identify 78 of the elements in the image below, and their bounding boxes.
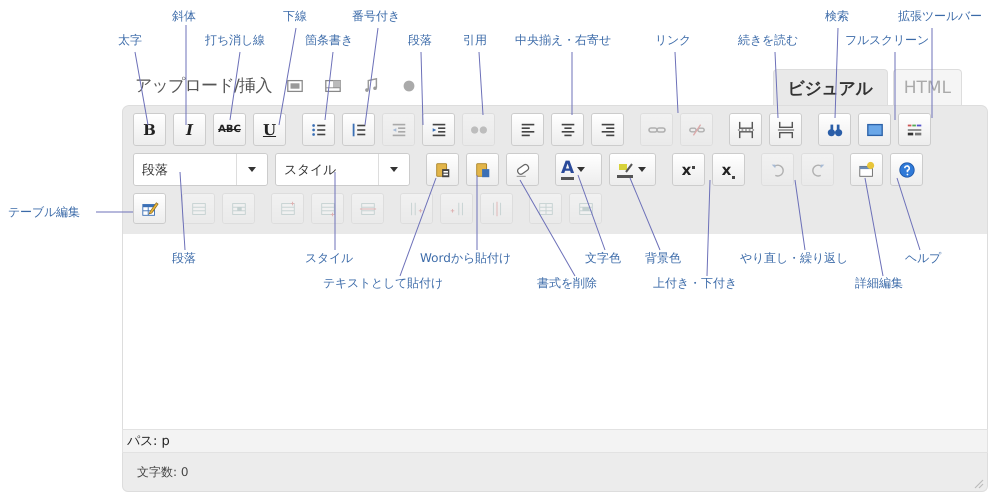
paste-text-icon (434, 160, 452, 178)
callout-label: テキストとして貼付け (323, 276, 443, 290)
advanced-edit-button[interactable] (850, 153, 883, 186)
indent-button[interactable] (422, 113, 455, 146)
eraser-button[interactable] (506, 153, 539, 186)
help-button[interactable] (890, 153, 923, 186)
callout-label: 続きを読む (738, 33, 798, 47)
word-count: 文字数: 0 (136, 464, 188, 480)
paste-word-button[interactable] (466, 153, 499, 186)
callout-label: 打ち消し線 (205, 33, 265, 47)
dropdown[interactable]: スタイル (275, 153, 410, 186)
leader-line (324, 52, 334, 120)
more-break-icon (736, 120, 754, 138)
table-edit-icon (140, 200, 158, 218)
callout-label: ヘルプ (905, 251, 941, 265)
link-icon (648, 126, 666, 132)
numbered-list-button[interactable] (342, 113, 375, 146)
kitchen-sink-button[interactable] (898, 113, 931, 146)
callout-label: 文字色 (585, 251, 621, 265)
callout-label: フルスクリーン (845, 33, 929, 47)
row-insert-icon (278, 200, 296, 218)
search-button[interactable] (818, 113, 851, 146)
callout-label: 斜体 (172, 9, 196, 23)
callout-label: テーブル編集 (8, 205, 80, 219)
callout-label: Wordから貼付け (420, 251, 511, 265)
callout-label: 段落 (408, 33, 432, 47)
page-break-button[interactable] (769, 113, 802, 146)
callout-label: 下線 (283, 9, 307, 23)
callout-label: 背景色 (645, 251, 681, 265)
align-right-button[interactable] (591, 113, 624, 146)
paste-text-button[interactable] (426, 153, 459, 186)
callout-label: 太字 (118, 33, 142, 47)
align-center-button[interactable] (551, 113, 584, 146)
callout-label: 番号付き (352, 9, 400, 23)
path-label: パス: p (126, 433, 170, 450)
quote-icon (470, 126, 486, 134)
strikethrough-button[interactable]: ABC (213, 113, 246, 146)
leader-line (478, 52, 484, 116)
leader-line (674, 52, 678, 114)
leader-line (774, 52, 778, 118)
help-icon (898, 160, 916, 178)
callout-label: 拡張ツールバー (898, 9, 982, 23)
more-break-button[interactable] (729, 113, 762, 146)
advanced-edit-icon (858, 160, 876, 178)
caret-icon (390, 167, 398, 172)
callout-label: 段落 (172, 251, 196, 265)
callout-label: 上付き・下付き (653, 276, 737, 290)
caret-icon (638, 167, 646, 172)
callout-label: 箇条書き (305, 33, 353, 47)
callout-label: リンク (655, 33, 691, 47)
superscript-button[interactable]: x (672, 153, 705, 186)
text-color-button[interactable]: A (555, 153, 602, 186)
callout-label: やり直し・繰り返し (740, 251, 848, 265)
highlighter-button[interactable] (609, 153, 656, 186)
resize-grip-icon[interactable] (972, 477, 984, 489)
fullscreen-button[interactable] (858, 113, 891, 146)
bold-button[interactable]: B (133, 113, 166, 146)
callout-label: 引用 (463, 33, 487, 47)
caret-icon (577, 167, 586, 172)
numbered-list-icon (350, 120, 368, 138)
dropdown[interactable]: 段落 (133, 153, 268, 186)
subscript-button[interactable]: x (712, 153, 745, 186)
callout-label: 書式を削除 (537, 276, 597, 290)
callout-label: 中央揃え・右寄せ (515, 33, 611, 47)
callout-label: スタイル (305, 251, 353, 265)
leader-line (794, 180, 806, 250)
callout-label: 詳細編集 (855, 276, 903, 290)
italic-button[interactable]: I (173, 113, 206, 146)
underline-button[interactable]: U (253, 113, 286, 146)
bullet-list-button[interactable] (302, 113, 335, 146)
callout-label: 検索 (825, 9, 849, 23)
caret-icon (248, 167, 256, 172)
page-break-icon (776, 120, 794, 138)
table-edit-button[interactable] (133, 193, 166, 224)
paste-word-icon (474, 160, 492, 178)
column-insert-icon (448, 200, 466, 218)
leader-line (894, 52, 896, 120)
align-left-button[interactable] (511, 113, 544, 146)
